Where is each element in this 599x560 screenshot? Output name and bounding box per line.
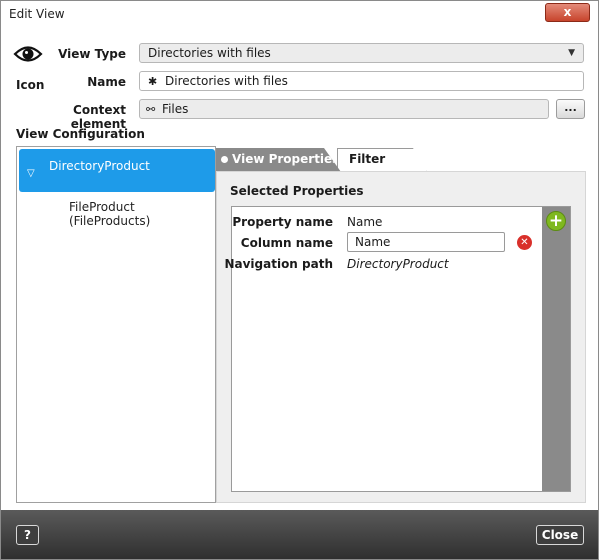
view-properties-panel: Selected Properties Property name Name C… (216, 171, 586, 503)
tabs-area: Filter View Properties Selected Properti… (216, 146, 586, 503)
selected-properties-title: Selected Properties (230, 184, 364, 198)
view-configuration-title: View Configuration (16, 127, 145, 141)
property-name-value: Name (347, 215, 383, 229)
navigation-path-value: DirectoryProduct (347, 257, 449, 271)
eye-icon[interactable] (13, 43, 43, 65)
property-name-label: Property name (232, 215, 333, 229)
tab-view-properties[interactable]: View Properties (216, 148, 341, 172)
active-tab-dot-icon (221, 156, 228, 163)
remove-icon[interactable]: ✕ (517, 235, 532, 250)
close-icon: x (563, 5, 572, 19)
view-type-label: View Type (58, 47, 126, 61)
asterisk-icon: ✱ (148, 75, 158, 88)
context-element-value: Files (162, 102, 189, 116)
tab-view-properties-label: View Properties (232, 152, 340, 166)
column-name-label: Column name (240, 236, 333, 250)
title-bar: Edit View x (1, 1, 598, 29)
view-type-value: Directories with files (148, 46, 271, 60)
name-label: Name (87, 75, 126, 89)
tree-item-label: DirectoryProduct (49, 159, 150, 173)
column-name-value: Name (355, 235, 391, 249)
edit-view-dialog: Edit View x Icon View Type Directories w… (0, 0, 599, 560)
view-tree: ▽ DirectoryProduct FileProduct (FileProd… (16, 146, 216, 503)
column-name-input[interactable]: Name (347, 232, 505, 252)
context-element-field[interactable]: ⚯ Files (139, 99, 549, 119)
tab-filter-label: Filter (349, 152, 386, 166)
help-button[interactable]: ? (16, 525, 39, 545)
navigation-path-label: Navigation path (224, 257, 333, 271)
name-field[interactable]: ✱ Directories with files (139, 71, 584, 91)
close-button[interactable]: Close (536, 525, 584, 545)
window-close-button[interactable]: x (545, 3, 590, 22)
dialog-footer: ? Close (1, 510, 598, 559)
link-icon: ⚯ (146, 103, 156, 116)
tree-item-fileproduct[interactable]: FileProduct (FileProducts) (69, 200, 150, 228)
property-side-bar: + (542, 207, 570, 491)
view-type-dropdown[interactable]: Directories with files ▼ (139, 43, 584, 63)
property-box: Property name Name Column name Name ✕ Na… (224, 206, 571, 492)
chevron-down-icon: ▼ (568, 48, 575, 58)
tree-child-label: FileProduct (69, 200, 135, 214)
add-icon[interactable]: + (546, 211, 566, 231)
name-value: Directories with files (165, 74, 288, 88)
tree-item-directoryproduct[interactable]: ▽ DirectoryProduct (19, 149, 215, 192)
tree-child-sublabel: (FileProducts) (69, 214, 151, 228)
tab-filter[interactable]: Filter (337, 148, 427, 171)
expand-triangle-icon[interactable]: ▽ (27, 168, 35, 179)
window-title: Edit View (9, 7, 65, 21)
browse-button[interactable]: ... (556, 99, 585, 119)
